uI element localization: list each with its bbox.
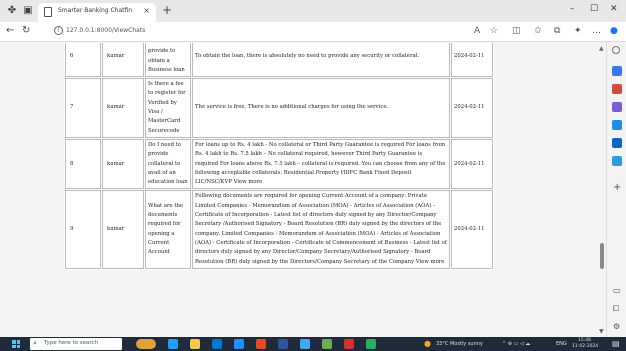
row-number: 8 [65,138,101,190]
copilot-icon[interactable]: ● [610,26,618,36]
row-question: Is there a fee to register for Verified … [145,78,191,138]
taskview-app-icon[interactable] [168,339,178,349]
more-menu-icon[interactable]: … [592,26,601,36]
back-icon[interactable]: ← [6,25,14,36]
row-date: 2024-02-11 [451,78,493,138]
notification-icon[interactable]: ▤ [612,339,620,348]
row-username: kumar [102,138,144,190]
clock-date[interactable]: 11-02-2024 [572,344,598,349]
sidebar-layout-icon[interactable]: ▭ [613,286,621,295]
sidebar-outlook-icon[interactable] [612,138,622,148]
mail-app-icon[interactable] [234,339,244,349]
row-number: 7 [65,78,101,138]
chats-table: 6kumardo I need to provide to obtain a B… [64,43,494,270]
scroll-down-icon[interactable]: ▼ [599,328,604,335]
row-question: What are the documents required for open… [145,190,191,269]
store-app-icon[interactable] [212,339,222,349]
taskbar-search-box[interactable]: ⌕ Type here to search [30,338,122,350]
page-scrollbar[interactable]: ▲ ▼ [598,43,606,337]
media-app-icon[interactable] [344,339,354,349]
sidebar-shopping-icon[interactable] [612,66,622,76]
row-question: do I need to provide to obtain a Busines… [145,43,191,78]
row-username: kumar [102,43,144,78]
favorites-icon[interactable]: ✩ [534,26,542,36]
table-row: 8 kumar Do I need to provide collateral to… [65,138,493,190]
tab-title: Smarter Banking Chatfin [58,7,133,14]
scroll-up-icon[interactable]: ▲ [599,45,604,52]
sidebar-drop-icon[interactable] [612,156,622,166]
sidebar-office-icon[interactable] [612,120,622,130]
terminal-app-icon[interactable] [366,339,376,349]
url-field[interactable]: 127.0.0.1:8000/ViewChats [66,27,145,34]
clock-time[interactable]: 15:48 [578,338,591,343]
system-tray-icons[interactable]: ^ ⊕ ▭ ◁ ☁ [502,341,530,347]
read-aloud-icon[interactable]: A [474,26,480,36]
tab-actions-icon[interactable]: ▣ [22,5,34,17]
browser-sidebar: + ▭ ⧠ ⚙ [606,42,626,337]
split-screen-icon[interactable]: ◫ [512,26,521,36]
row-answer: For loans up to Rs. 4 lakh - No collater… [192,138,450,190]
search-placeholder: Type here to search [44,340,99,346]
table-row: 6kumardo I need to provide to obtain a B… [65,43,493,78]
row-date: 2024-02-11 [451,138,493,190]
row-question: Do I need to provide collateral to avail… [145,138,191,190]
address-bar: ← ↻ i 127.0.0.1:8000/ViewChats A ☆ ◫ ✩ ⧉… [0,22,626,42]
row-answer: The service is free, There is no additio… [192,78,450,138]
sidebar-search-icon[interactable] [612,46,620,54]
taskbar: ⌕ Type here to search ● 33°C Mostly sunn… [0,337,626,351]
word-app-icon[interactable] [278,339,288,349]
chrome-app-icon[interactable] [256,339,266,349]
page-icon [44,7,52,17]
file-explorer-icon[interactable] [190,339,200,349]
sidebar-games-icon[interactable] [612,102,622,112]
new-tab-button[interactable]: + [162,3,172,17]
row-answer: To obtain the loan, there is absolutely … [192,43,450,78]
row-number: 6 [65,43,101,78]
widgets-icon[interactable] [136,339,156,349]
refresh-icon[interactable]: ↻ [22,25,30,36]
page-viewport: 6kumardo I need to provide to obtain a B… [0,43,598,337]
browser-tab[interactable]: Smarter Banking Chatfin × [38,3,156,22]
sidebar-tools-icon[interactable] [612,84,622,94]
row-username: kumar [102,78,144,138]
row-number: 9 [65,190,101,269]
row-date: 2024-02-11 [451,190,493,269]
table-row: 9 kumar What are the documents required fo… [65,190,493,269]
row-date: 2024-02-11 [451,43,493,78]
maximize-button[interactable]: ☐ [590,4,598,14]
minimize-button[interactable]: – [570,4,575,14]
profile-icon[interactable]: ✤ [6,5,18,17]
table-row: 7 kumar Is there a fee to register for Ver… [65,78,493,138]
collections-icon[interactable]: ⧉ [554,26,560,36]
close-window-button[interactable]: ✕ [610,4,618,14]
row-answer: Following documents are required for ope… [192,190,450,269]
weather-text[interactable]: 33°C Mostly sunny [436,341,483,347]
sidebar-add-icon[interactable]: + [613,182,621,193]
row-username: kumar [102,190,144,269]
search-icon: ⌕ [33,339,37,347]
windows-start-icon[interactable] [12,340,20,348]
vscode-app-icon[interactable] [300,339,310,349]
weather-icon: ● [424,339,431,348]
sidebar-settings-icon[interactable]: ⚙ [613,322,620,331]
browser-tab-bar: ✤ ▣ Smarter Banking Chatfin × + – ☐ ✕ [0,0,626,22]
extensions-icon[interactable]: ✦ [574,26,582,36]
tab-close-button[interactable]: × [143,6,150,15]
chats-table-container: 6kumardo I need to provide to obtain a B… [64,43,494,270]
language-indicator[interactable]: ENG [556,341,567,347]
edge-app-icon[interactable] [322,339,332,349]
favorite-star-icon[interactable]: ☆ [490,26,498,36]
site-info-icon[interactable]: i [54,26,63,35]
scrollbar-thumb[interactable] [600,243,604,269]
sidebar-window-icon[interactable]: ⧠ [613,304,619,314]
